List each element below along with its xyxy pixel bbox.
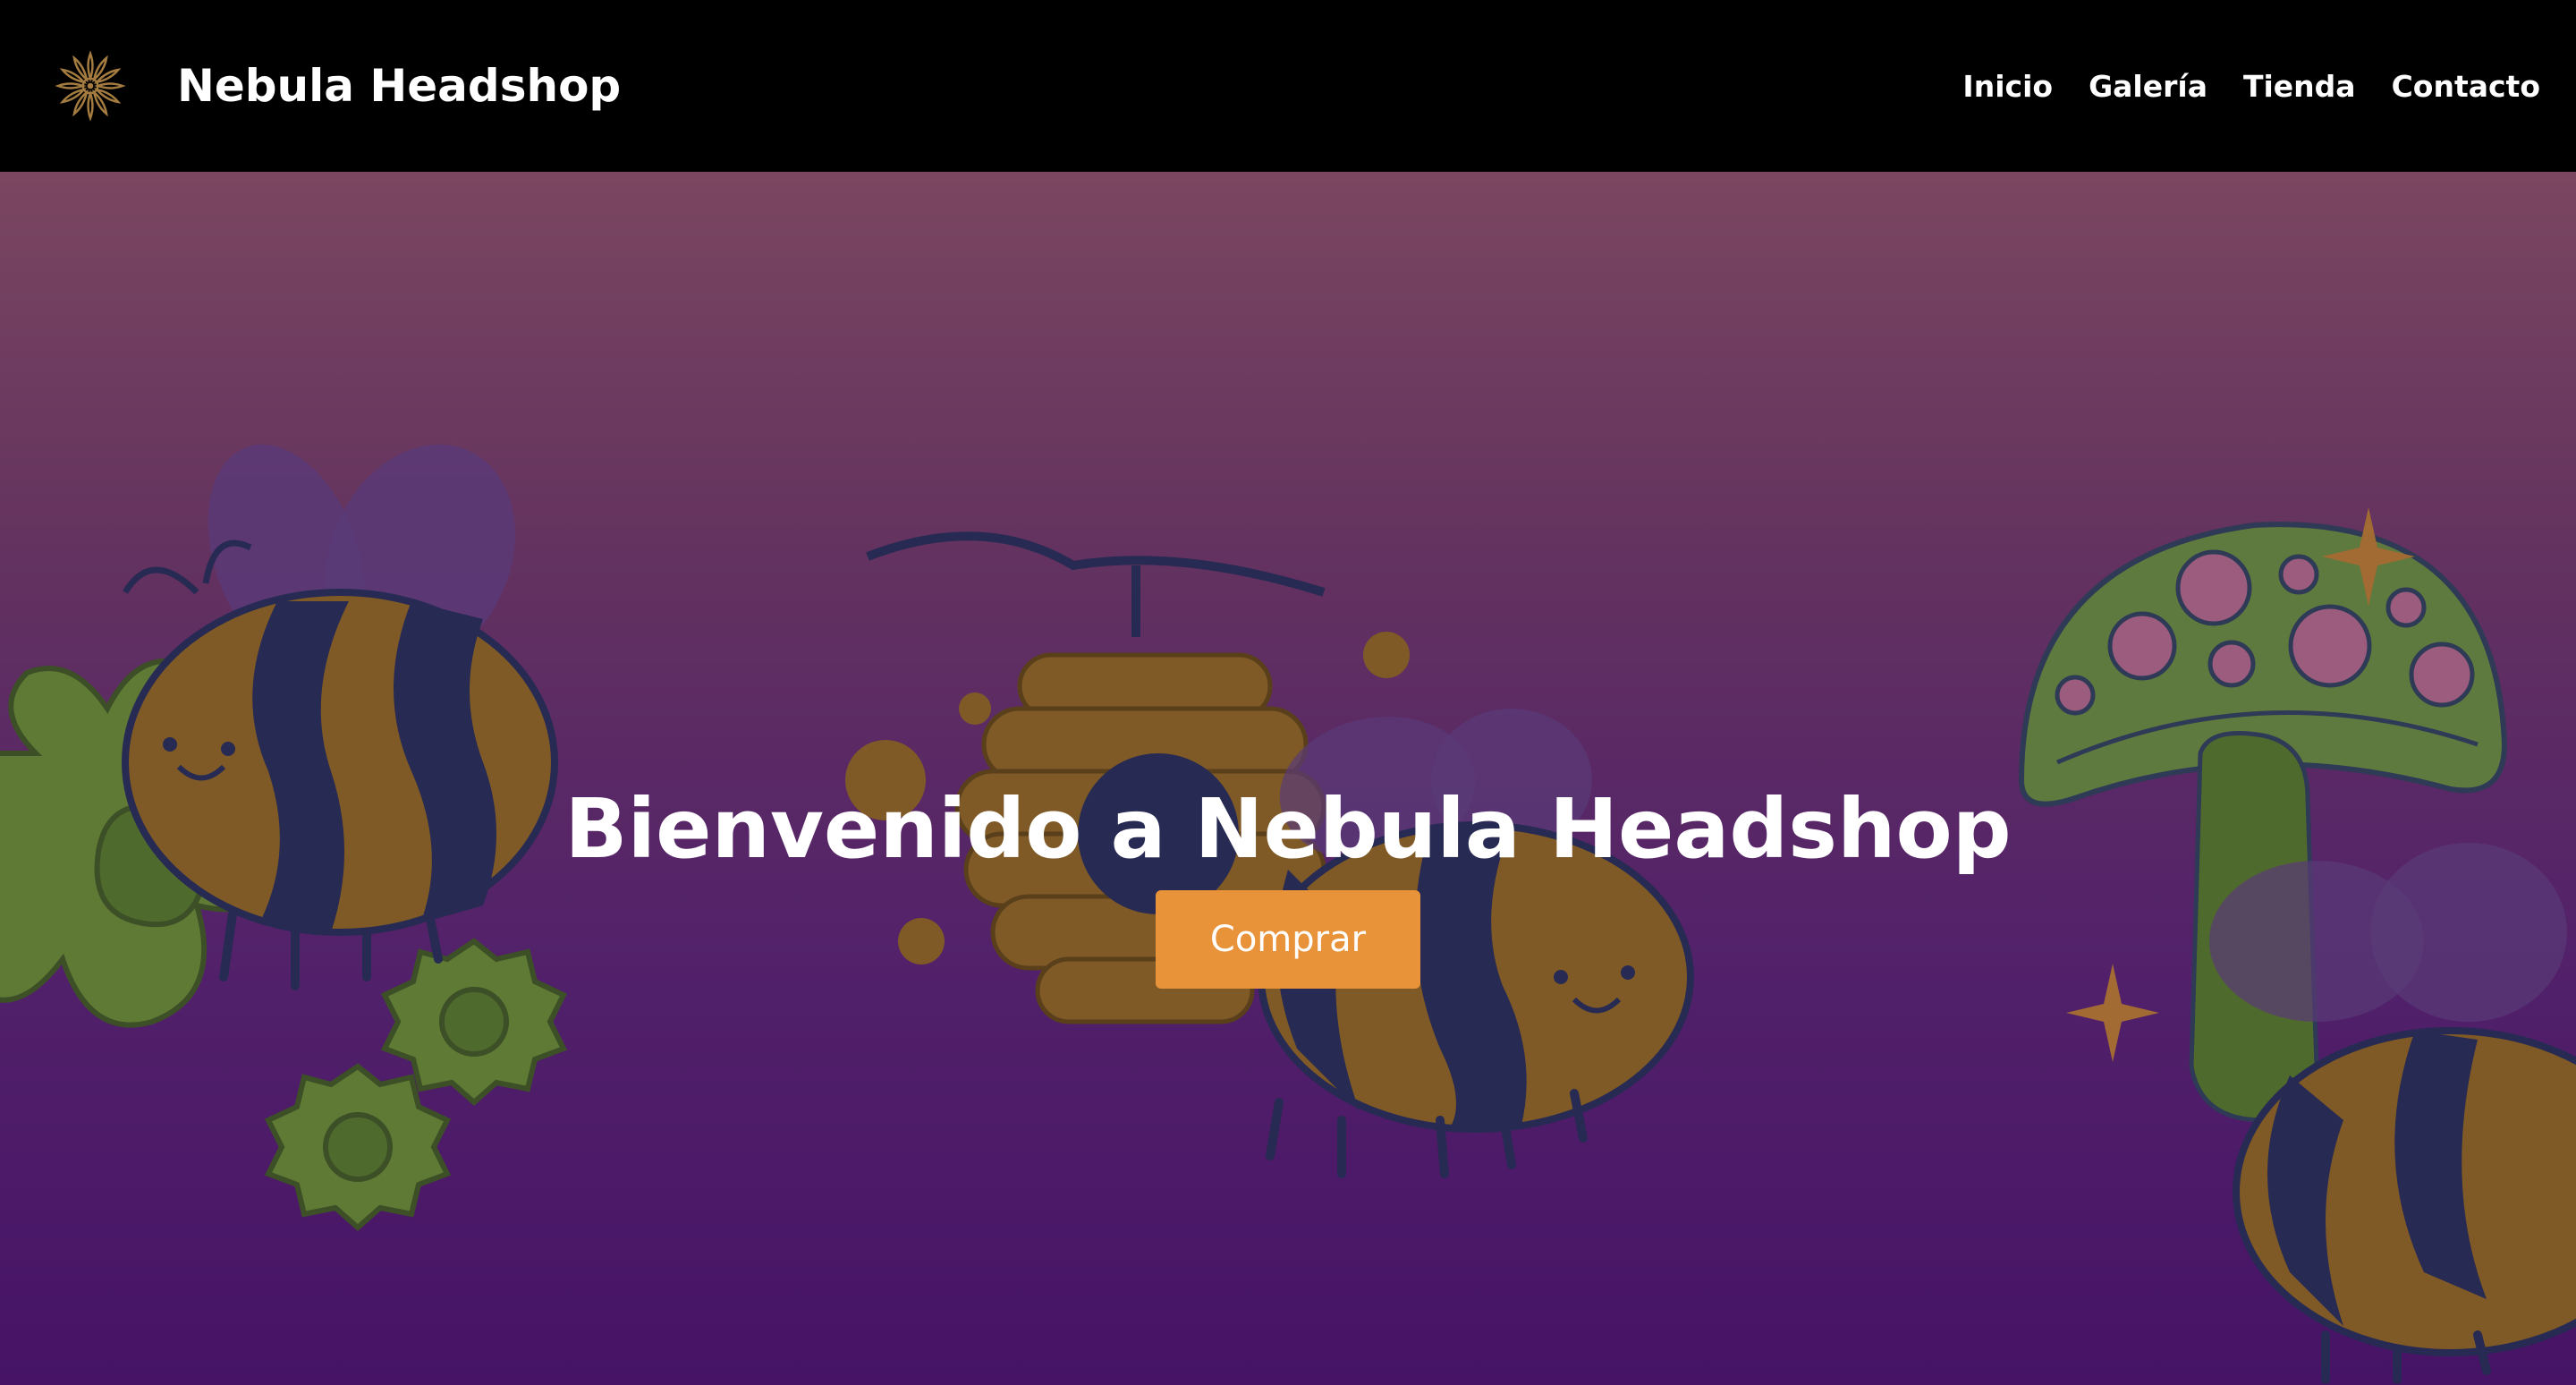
nav-link-galeria[interactable]: Galería xyxy=(2089,69,2207,104)
hero-section: Bienvenido a Nebula Headshop Comprar xyxy=(0,172,2576,1385)
brand-link[interactable]: Nebula Headshop xyxy=(54,0,621,172)
nav-link-inicio[interactable]: Inicio xyxy=(1962,69,2053,104)
nav-link-tienda[interactable]: Tienda xyxy=(2243,69,2356,104)
hero-title: Bienvenido a Nebula Headshop xyxy=(564,781,2012,877)
brand-name: Nebula Headshop xyxy=(177,60,622,112)
page: Nebula Headshop Inicio Galería Tienda Co… xyxy=(0,0,2576,1385)
hero-content: Bienvenido a Nebula Headshop Comprar xyxy=(0,172,2576,1385)
nav-link-contacto[interactable]: Contacto xyxy=(2392,69,2540,104)
navbar: Nebula Headshop Inicio Galería Tienda Co… xyxy=(0,0,2576,172)
comprar-button[interactable]: Comprar xyxy=(1156,890,1420,989)
main-nav: Inicio Galería Tienda Contacto xyxy=(1962,0,2540,172)
sunflower-mandala-icon xyxy=(55,50,126,122)
